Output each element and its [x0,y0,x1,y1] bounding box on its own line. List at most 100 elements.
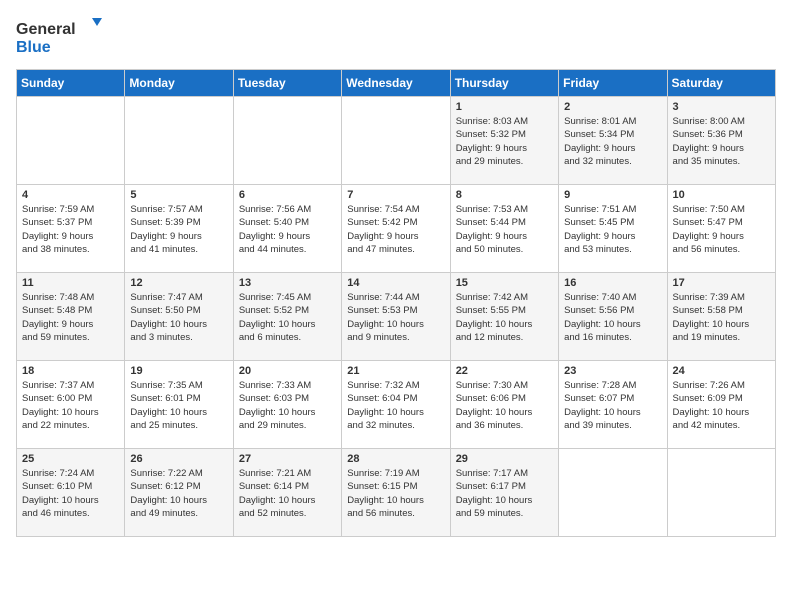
day-cell: 3 Sunrise: 8:00 AM Sunset: 5:36 PM Daylig… [667,97,775,185]
day-number: 2 [564,101,661,113]
day-info: Sunrise: 7:37 AM Sunset: 6:00 PM Dayligh… [22,379,119,432]
day-info: Sunrise: 7:39 AM Sunset: 5:58 PM Dayligh… [673,291,770,344]
day-cell: 19Sunrise: 7:35 AM Sunset: 6:01 PM Dayli… [125,361,233,449]
day-number: 21 [347,365,444,377]
day-number: 10 [673,189,770,201]
day-cell: 10 Sunrise: 7:50 AM Sunset: 5:47 PM Dayli… [667,185,775,273]
day-number: 16 [564,277,661,289]
day-info: Sunrise: 8:03 AM Sunset: 5:32 PM Dayligh… [456,115,553,168]
day-number: 4 [22,189,119,201]
day-cell: 14Sunrise: 7:44 AM Sunset: 5:53 PM Dayli… [342,273,450,361]
logo: General Blue [16,16,106,61]
day-number: 24 [673,365,770,377]
day-cell: 5Sunrise: 7:57 AM Sunset: 5:39 PM Daylig… [125,185,233,273]
day-number: 3 [673,101,770,113]
day-info: Sunrise: 7:26 AM Sunset: 6:09 PM Dayligh… [673,379,770,432]
day-cell: 12 Sunrise: 7:47 AM Sunset: 5:50 PM Dayli… [125,273,233,361]
day-cell: 26 Sunrise: 7:22 AM Sunset: 6:12 PM Dayli… [125,449,233,537]
day-cell: 22 Sunrise: 7:30 AM Sunset: 6:06 PM Dayli… [450,361,558,449]
day-cell: 2 Sunrise: 8:01 AM Sunset: 5:34 PM Daylig… [559,97,667,185]
day-cell: 24 Sunrise: 7:26 AM Sunset: 6:09 PM Dayli… [667,361,775,449]
day-cell: 13 Sunrise: 7:45 AM Sunset: 5:52 PM Dayli… [233,273,341,361]
day-info: Sunrise: 7:57 AM Sunset: 5:39 PM Dayligh… [130,203,227,256]
header-sunday: Sunday [17,70,125,97]
day-cell: 6 Sunrise: 7:56 AM Sunset: 5:40 PM Daylig… [233,185,341,273]
day-number: 7 [347,189,444,201]
day-cell [342,97,450,185]
header-monday: Monday [125,70,233,97]
day-info: Sunrise: 7:33 AM Sunset: 6:03 PM Dayligh… [239,379,336,432]
day-number: 12 [130,277,227,289]
day-info: Sunrise: 7:47 AM Sunset: 5:50 PM Dayligh… [130,291,227,344]
day-info: Sunrise: 7:59 AM Sunset: 5:37 PM Dayligh… [22,203,119,256]
day-number: 15 [456,277,553,289]
day-info: Sunrise: 7:28 AM Sunset: 6:07 PM Dayligh… [564,379,661,432]
day-info: Sunrise: 7:50 AM Sunset: 5:47 PM Dayligh… [673,203,770,256]
day-info: Sunrise: 7:51 AM Sunset: 5:45 PM Dayligh… [564,203,661,256]
day-number: 19 [130,365,227,377]
day-info: Sunrise: 7:32 AM Sunset: 6:04 PM Dayligh… [347,379,444,432]
day-info: Sunrise: 7:21 AM Sunset: 6:14 PM Dayligh… [239,467,336,520]
day-number: 29 [456,453,553,465]
day-number: 18 [22,365,119,377]
day-info: Sunrise: 7:24 AM Sunset: 6:10 PM Dayligh… [22,467,119,520]
day-info: Sunrise: 7:40 AM Sunset: 5:56 PM Dayligh… [564,291,661,344]
day-info: Sunrise: 7:17 AM Sunset: 6:17 PM Dayligh… [456,467,553,520]
day-info: Sunrise: 7:30 AM Sunset: 6:06 PM Dayligh… [456,379,553,432]
day-info: Sunrise: 8:01 AM Sunset: 5:34 PM Dayligh… [564,115,661,168]
day-number: 25 [22,453,119,465]
header-friday: Friday [559,70,667,97]
day-cell: 9 Sunrise: 7:51 AM Sunset: 5:45 PM Daylig… [559,185,667,273]
day-cell: 20 Sunrise: 7:33 AM Sunset: 6:03 PM Dayli… [233,361,341,449]
calendar-table: SundayMondayTuesdayWednesdayThursdayFrid… [16,69,776,537]
day-cell [125,97,233,185]
day-cell: 4 Sunrise: 7:59 AM Sunset: 5:37 PM Daylig… [17,185,125,273]
day-info: Sunrise: 7:45 AM Sunset: 5:52 PM Dayligh… [239,291,336,344]
calendar-header-row: SundayMondayTuesdayWednesdayThursdayFrid… [17,70,776,97]
week-row-2: 4 Sunrise: 7:59 AM Sunset: 5:37 PM Daylig… [17,185,776,273]
header-saturday: Saturday [667,70,775,97]
page-header: General Blue [16,16,776,61]
day-cell: 18 Sunrise: 7:37 AM Sunset: 6:00 PM Dayli… [17,361,125,449]
day-info: Sunrise: 7:19 AM Sunset: 6:15 PM Dayligh… [347,467,444,520]
week-row-1: 1 Sunrise: 8:03 AM Sunset: 5:32 PM Daylig… [17,97,776,185]
day-cell: 29 Sunrise: 7:17 AM Sunset: 6:17 PM Dayli… [450,449,558,537]
day-info: Sunrise: 7:54 AM Sunset: 5:42 PM Dayligh… [347,203,444,256]
day-number: 22 [456,365,553,377]
header-thursday: Thursday [450,70,558,97]
week-row-5: 25 Sunrise: 7:24 AM Sunset: 6:10 PM Dayli… [17,449,776,537]
day-number: 1 [456,101,553,113]
header-wednesday: Wednesday [342,70,450,97]
day-number: 11 [22,277,119,289]
day-number: 27 [239,453,336,465]
day-cell: 21 Sunrise: 7:32 AM Sunset: 6:04 PM Dayli… [342,361,450,449]
logo-svg: General Blue [16,16,106,61]
day-cell: 11Sunrise: 7:48 AM Sunset: 5:48 PM Dayli… [17,273,125,361]
day-number: 8 [456,189,553,201]
day-cell: 25 Sunrise: 7:24 AM Sunset: 6:10 PM Dayli… [17,449,125,537]
day-cell [559,449,667,537]
day-info: Sunrise: 7:56 AM Sunset: 5:40 PM Dayligh… [239,203,336,256]
day-number: 9 [564,189,661,201]
day-number: 20 [239,365,336,377]
day-info: Sunrise: 8:00 AM Sunset: 5:36 PM Dayligh… [673,115,770,168]
day-cell [667,449,775,537]
week-row-3: 11Sunrise: 7:48 AM Sunset: 5:48 PM Dayli… [17,273,776,361]
day-number: 13 [239,277,336,289]
day-cell: 1 Sunrise: 8:03 AM Sunset: 5:32 PM Daylig… [450,97,558,185]
header-tuesday: Tuesday [233,70,341,97]
day-info: Sunrise: 7:22 AM Sunset: 6:12 PM Dayligh… [130,467,227,520]
svg-text:Blue: Blue [16,39,51,56]
day-cell: 28Sunrise: 7:19 AM Sunset: 6:15 PM Dayli… [342,449,450,537]
day-cell: 17 Sunrise: 7:39 AM Sunset: 5:58 PM Dayli… [667,273,775,361]
day-number: 14 [347,277,444,289]
day-number: 6 [239,189,336,201]
day-cell: 27 Sunrise: 7:21 AM Sunset: 6:14 PM Dayli… [233,449,341,537]
day-cell: 16 Sunrise: 7:40 AM Sunset: 5:56 PM Dayli… [559,273,667,361]
day-cell: 15Sunrise: 7:42 AM Sunset: 5:55 PM Dayli… [450,273,558,361]
day-number: 17 [673,277,770,289]
day-cell [17,97,125,185]
day-cell: 23 Sunrise: 7:28 AM Sunset: 6:07 PM Dayli… [559,361,667,449]
day-number: 23 [564,365,661,377]
day-number: 26 [130,453,227,465]
